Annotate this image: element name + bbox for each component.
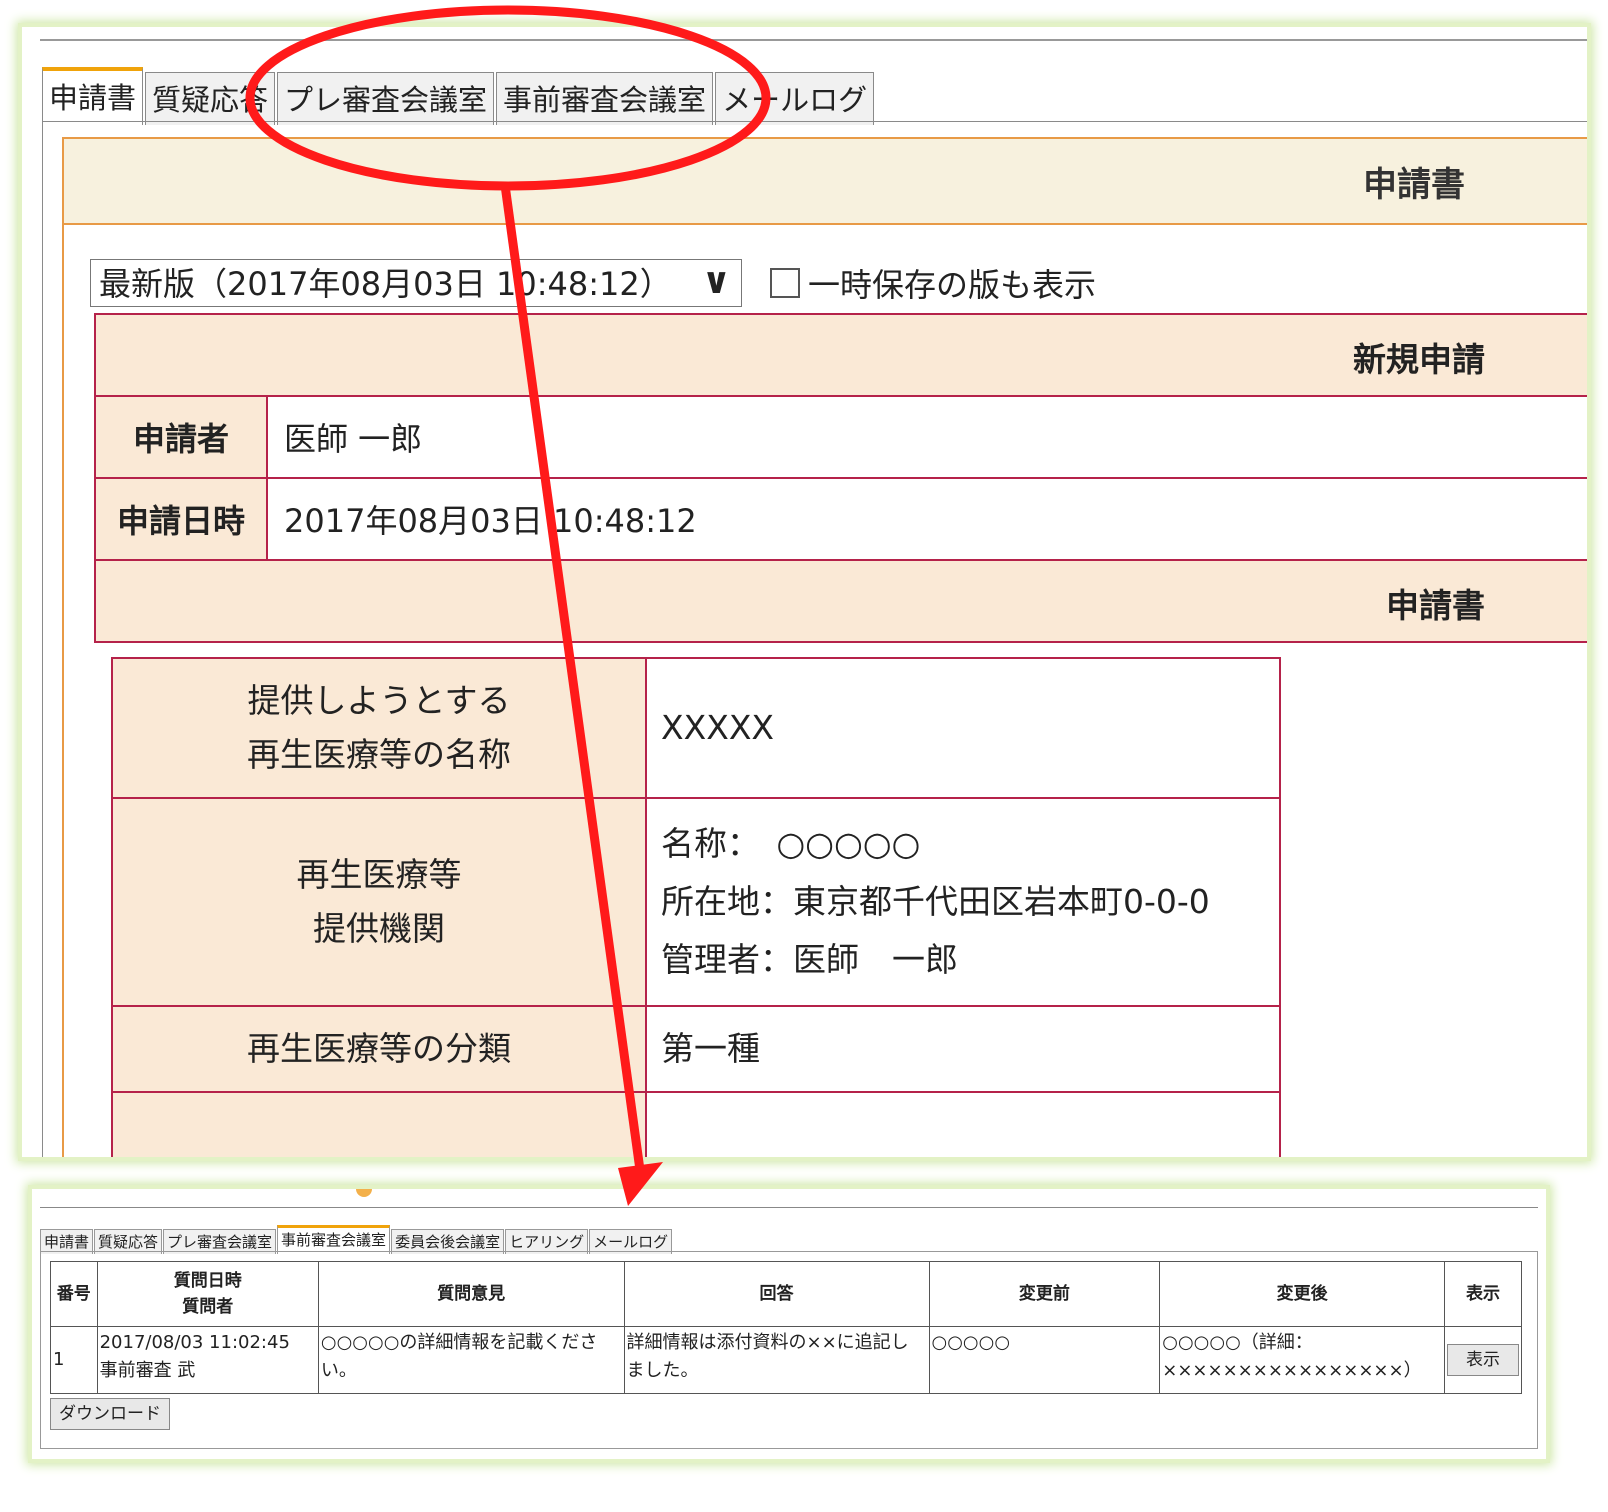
header-line: 質問日時	[173, 1271, 242, 1291]
version-row: 最新版（2017年08月03日 10:48:12） ∨ 一時保存の版も表示	[90, 259, 1096, 307]
document-header: 申請書	[62, 137, 1587, 225]
cell-before: ○○○○○	[928, 1326, 1161, 1394]
show-button[interactable]: 表示	[1447, 1344, 1519, 1376]
label-line: 提供機関	[313, 909, 445, 948]
tab-pre-review-room[interactable]: プレ審査会議室	[277, 72, 495, 125]
date-value: 2017年08月03日 10:48:12	[284, 502, 697, 540]
label-line: 再生医療等	[296, 855, 462, 894]
form-row-classification: 再生医療等の分類 第一種	[111, 1005, 1281, 1093]
value-line: 名称： ○○○○○	[661, 824, 921, 863]
value-line: 所在地：東京都千代田区岩本町0-0-0	[661, 882, 1210, 921]
date-label: 申請日時	[96, 479, 268, 559]
section-title-form: 申請書	[1386, 586, 1485, 625]
form-value: 名称： ○○○○○ 所在地：東京都千代田区岩本町0-0-0 管理者：医師 一郎	[645, 797, 1281, 1007]
top-divider	[40, 39, 1587, 41]
chevron-down-icon: ∨	[701, 261, 731, 302]
tab-advance-review-room[interactable]: 事前審査会議室	[496, 72, 714, 125]
form-value	[645, 1091, 1281, 1157]
tab-application[interactable]: 申請書	[42, 67, 144, 125]
value-line: XXXXX	[661, 708, 775, 747]
version-select[interactable]: 最新版（2017年08月03日 10:48:12） ∨	[90, 259, 742, 307]
form-row-name: 提供しようとする 再生医療等の名称 XXXXX	[111, 657, 1281, 799]
form-row-institution: 再生医療等 提供機関 名称： ○○○○○ 所在地：東京都千代田区岩本町0-0-0…	[111, 797, 1281, 1007]
cell-line: 2017/08/03 11:02:45	[99, 1332, 290, 1353]
cell-line: 事前審査 武	[99, 1360, 196, 1381]
tab-qa[interactable]: 質疑応答	[145, 72, 276, 125]
tab-mail-log[interactable]: メールログ	[715, 72, 875, 125]
header-no: 番号	[50, 1261, 98, 1327]
label-line: 再生医療等の名称	[247, 735, 511, 774]
applicant-label: 申請者	[96, 397, 268, 477]
form-label: 再生医療等の分類	[111, 1005, 647, 1093]
section-title-new: 新規申請	[1353, 340, 1485, 379]
header-line: 質問者	[182, 1297, 234, 1317]
cell-datetime: 2017/08/03 11:02:45 事前審査 武	[96, 1326, 319, 1394]
header-after: 変更後	[1159, 1261, 1445, 1327]
form-detail-table: 提供しようとする 再生医療等の名称 XXXXX 再生医療等 提供機関 名称： ○…	[111, 657, 1281, 1157]
top-tab-bar: 申請書 質疑応答 プレ審査会議室 事前審査会議室 メールログ	[42, 67, 876, 125]
advance-review-panel: 申請書 質疑応答 プレ審査会議室 事前審査会議室 委員会後会議室 ヒアリング メ…	[32, 1189, 1546, 1459]
cell-no: 1	[50, 1326, 98, 1394]
cell-answer: 詳細情報は添付資料の××に追記しました。	[623, 1326, 930, 1394]
cell-after: ○○○○○（詳細：××××××××××××××××）	[1159, 1326, 1445, 1394]
header-answer: 回答	[623, 1261, 930, 1327]
show-temp-checkbox[interactable]	[770, 268, 800, 298]
section-header-new: 新規申請	[94, 313, 1587, 397]
value-line: 管理者：医師 一郎	[661, 940, 958, 979]
header-datetime: 質問日時 質問者	[96, 1261, 319, 1327]
bottom-tab-bar: 申請書 質疑応答 プレ審査会議室 事前審査会議室 委員会後会議室 ヒアリング メ…	[40, 1225, 673, 1254]
download-button[interactable]: ダウンロード	[50, 1398, 170, 1430]
cell-show: 表示	[1444, 1326, 1522, 1394]
header-question: 質問意見	[317, 1261, 625, 1327]
notification-dot	[356, 1189, 372, 1197]
label-line: 再生医療等の分類	[247, 1029, 511, 1068]
date-row: 申請日時 2017年08月03日 10:48:12	[94, 479, 1587, 561]
form-row-cutoff	[111, 1091, 1281, 1157]
form-label: 提供しようとする 再生医療等の名称	[111, 657, 647, 799]
label-line: 提供しようとする	[247, 681, 511, 720]
applicant-value: 医師 一郎	[284, 420, 423, 458]
form-value: XXXXX	[645, 657, 1281, 799]
header-before: 変更前	[928, 1261, 1161, 1327]
table-header-row: 番号 質問日時 質問者 質問意見 回答 変更前 変更後 表示	[50, 1261, 1522, 1327]
document-title: 申請書	[1363, 165, 1465, 205]
show-temp-label: 一時保存の版も表示	[808, 266, 1097, 304]
application-panel: 申請書 質疑応答 プレ審査会議室 事前審査会議室 メールログ 申請書 最新版（2…	[22, 27, 1587, 1157]
bottom-divider	[40, 1207, 1538, 1208]
version-select-value: 最新版（2017年08月03日 10:48:12）	[99, 265, 672, 303]
header-show: 表示	[1444, 1261, 1522, 1327]
applicant-row: 申請者 医師 一郎	[94, 397, 1587, 479]
form-label: 再生医療等 提供機関	[111, 797, 647, 1007]
tab-advance-review-room[interactable]: 事前審査会議室	[277, 1225, 391, 1254]
section-header-form: 申請書	[94, 561, 1587, 643]
application-table: 新規申請 申請者 医師 一郎 申請日時 2017年08月03日 10:48:12…	[94, 313, 1587, 643]
form-value: 第一種	[645, 1005, 1281, 1093]
value-line: 第一種	[661, 1029, 760, 1068]
table-row: 1 2017/08/03 11:02:45 事前審査 武 ○○○○○の詳細情報を…	[50, 1326, 1522, 1394]
cell-question: ○○○○○の詳細情報を記載ください。	[317, 1326, 625, 1394]
form-label	[111, 1091, 647, 1157]
question-table: 番号 質問日時 質問者 質問意見 回答 変更前 変更後 表示 1 2017/08…	[50, 1261, 1522, 1394]
